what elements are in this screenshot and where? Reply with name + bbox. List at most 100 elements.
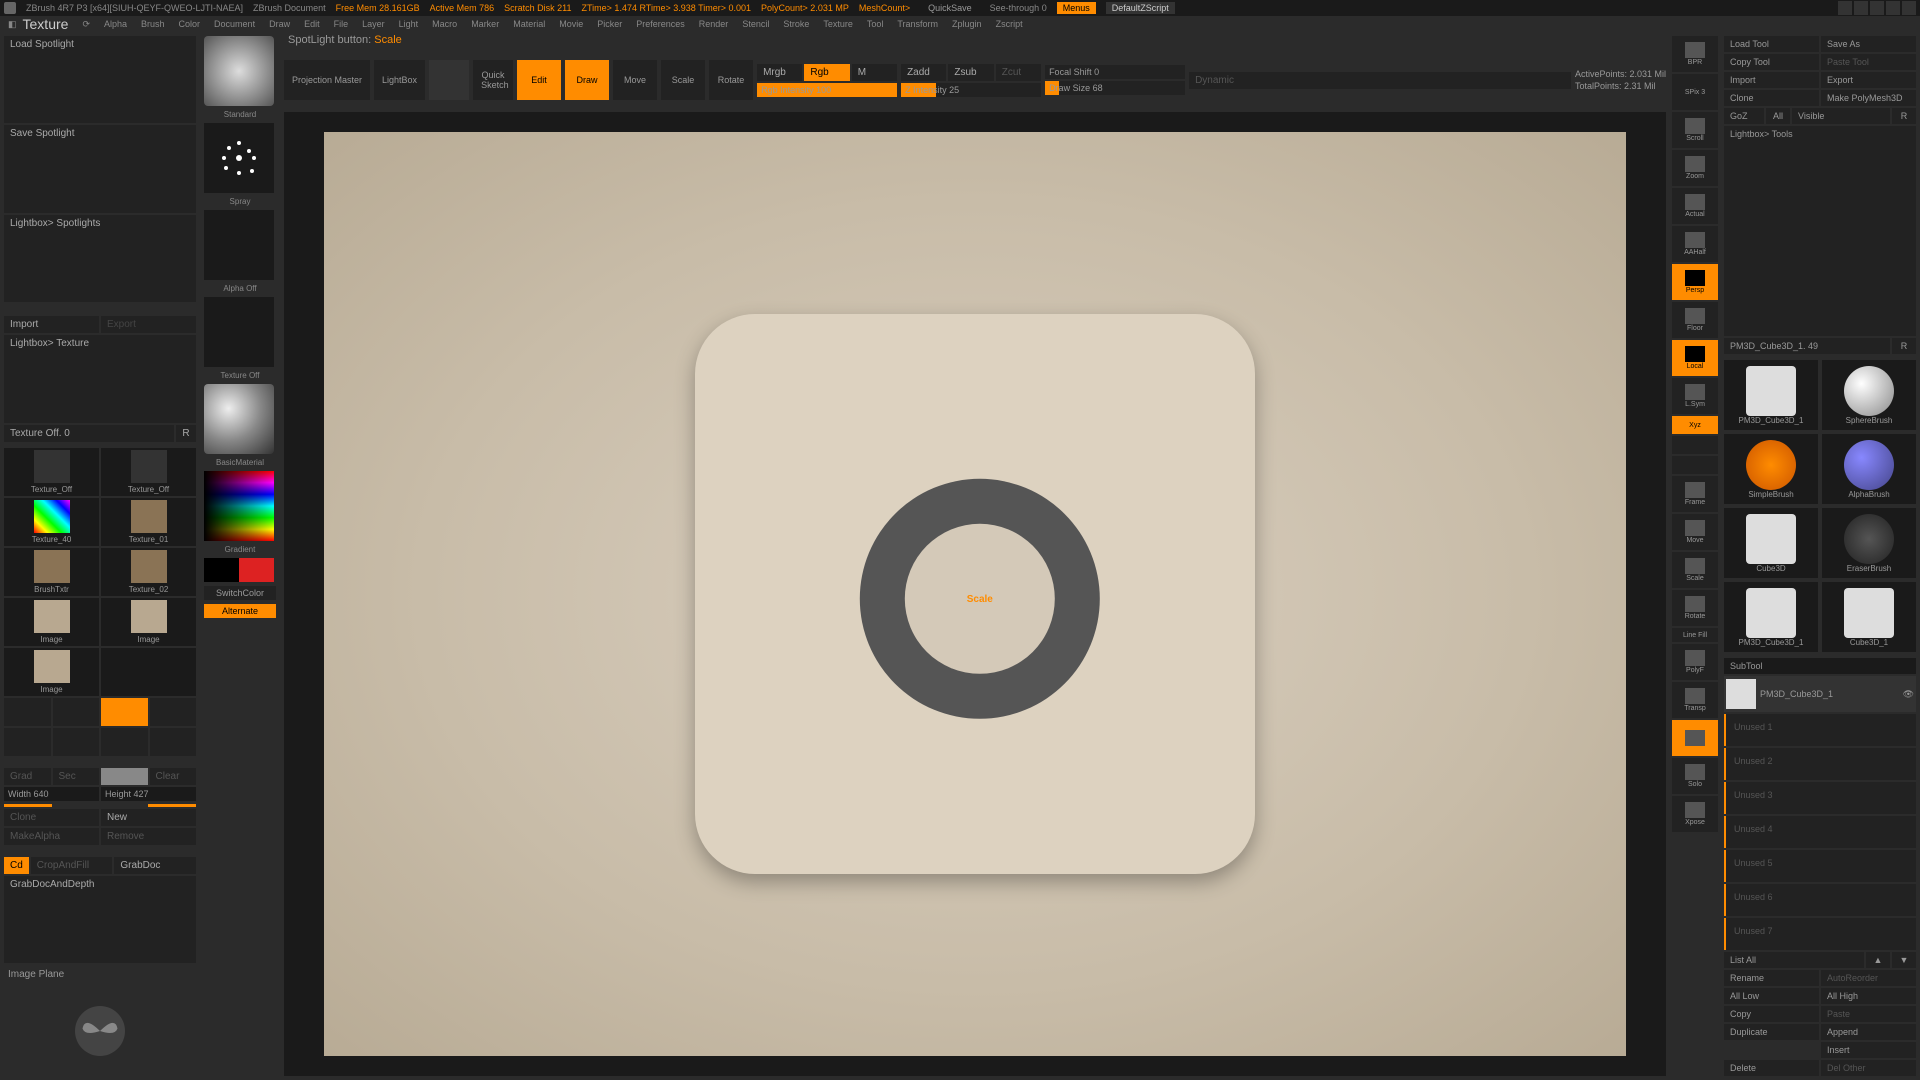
lightbox-tools-button[interactable]: Lightbox> Tools (1724, 126, 1916, 336)
duplicate-button[interactable]: Duplicate (1724, 1024, 1819, 1040)
current-tool-label[interactable]: PM3D_Cube3D_1. 49 (1724, 338, 1890, 354)
menu-document[interactable]: Document (214, 19, 255, 29)
op2-icon[interactable] (53, 728, 100, 756)
grabdoc-button[interactable]: GrabDoc (114, 857, 196, 874)
rotate-nav-button[interactable]: Rotate (1672, 590, 1718, 626)
texture-item[interactable]: Texture_01 (101, 498, 196, 546)
eye-icon[interactable]: 👁 (1903, 689, 1914, 700)
zsub-button[interactable]: Zsub (948, 64, 993, 81)
spotlight-ring[interactable]: Scale (860, 479, 1100, 719)
all-low-button[interactable]: All Low (1724, 988, 1819, 1004)
local-button[interactable]: Local (1672, 340, 1718, 376)
menu-render[interactable]: Render (699, 19, 729, 29)
extra-icon[interactable] (1886, 1, 1900, 15)
menu-tool[interactable]: Tool (867, 19, 884, 29)
spix-button[interactable]: SPix 3 (1672, 74, 1718, 110)
max-icon[interactable] (1854, 1, 1868, 15)
cropandfill-button[interactable]: CropAndFill (31, 857, 113, 874)
cd-button[interactable]: Cd (4, 857, 29, 874)
stroke-thumb[interactable] (204, 123, 274, 193)
subtool-slot[interactable]: Unused 5 (1724, 850, 1916, 882)
lsym-button[interactable]: L.Sym (1672, 378, 1718, 414)
menu-picker[interactable]: Picker (597, 19, 622, 29)
color-picker[interactable] (204, 471, 274, 541)
alternate-button[interactable]: Alternate (204, 604, 276, 618)
copy-subtool-button[interactable]: Copy (1724, 1006, 1819, 1022)
move-nav-button[interactable]: Move (1672, 514, 1718, 550)
floor-button[interactable]: Floor (1672, 302, 1718, 338)
brush-thumb[interactable] (204, 36, 274, 106)
refresh-icon[interactable]: ⟳ (82, 19, 90, 30)
color-swatches[interactable] (204, 558, 274, 582)
lightbox-button[interactable]: LightBox (374, 60, 425, 100)
xyz-button[interactable]: Xyz (1672, 416, 1718, 434)
palette-pin-icon[interactable]: ◧ (8, 19, 17, 30)
focal-shift-slider[interactable]: Focal Shift 0 (1045, 65, 1185, 79)
load-tool-button[interactable]: Load Tool (1724, 36, 1819, 52)
arrow-down-icon[interactable]: ▼ (1892, 952, 1916, 968)
subtool-slot[interactable]: Unused 1 (1724, 714, 1916, 746)
all-high-button[interactable]: All High (1821, 988, 1916, 1004)
goz-r-button[interactable]: R (1892, 108, 1916, 124)
texture-item[interactable]: Texture_40 (4, 498, 99, 546)
clone-tool-button[interactable]: Clone (1724, 90, 1819, 106)
actual-button[interactable]: Actual (1672, 188, 1718, 224)
menu-file[interactable]: File (334, 19, 349, 29)
primary-color[interactable] (239, 558, 274, 582)
persp-button[interactable]: Persp (1672, 264, 1718, 300)
menu-alpha[interactable]: Alpha (104, 19, 127, 29)
draw-size-slider[interactable]: Draw Size 68 (1045, 81, 1185, 95)
subtool-slot[interactable]: Unused 4 (1724, 816, 1916, 848)
onoff-button[interactable] (101, 698, 148, 726)
texture-item[interactable]: Image (101, 598, 196, 646)
load-spotlight-button[interactable]: Load Spotlight (4, 36, 196, 123)
menu-texture[interactable]: Texture (823, 19, 853, 29)
menu-preferences[interactable]: Preferences (636, 19, 685, 29)
seethrough[interactable]: See-through 0 (990, 3, 1047, 13)
m-button[interactable]: M (852, 64, 897, 81)
autoreorder-button[interactable]: AutoReorder (1821, 970, 1916, 986)
texture-thumb[interactable] (204, 297, 274, 367)
goz-button[interactable]: GoZ (1724, 108, 1764, 124)
tool-r-button[interactable]: R (1892, 338, 1916, 354)
rgb-button[interactable]: Rgb (804, 64, 849, 81)
import-button[interactable]: Import (4, 316, 99, 333)
lightbox-texture-button[interactable]: Lightbox> Texture (4, 335, 196, 422)
goz-all-button[interactable]: All (1766, 108, 1790, 124)
texture-off-label[interactable]: Texture Off. 0 (4, 425, 174, 442)
remove-button[interactable]: Remove (101, 828, 196, 845)
menu-stroke[interactable]: Stroke (783, 19, 809, 29)
r-button[interactable]: R (176, 425, 196, 442)
op4-icon[interactable] (150, 728, 197, 756)
pivot2-icon[interactable] (1672, 456, 1718, 474)
tool-item[interactable]: AlphaBrush (1822, 434, 1916, 504)
arrow-up-icon[interactable]: ▲ (1866, 952, 1890, 968)
grabdocdepth-button[interactable]: GrabDocAndDepth (4, 876, 196, 963)
append-button[interactable]: Append (1821, 1024, 1916, 1040)
scroll-button[interactable]: Scroll (1672, 112, 1718, 148)
tool-item[interactable]: PM3D_Cube3D_1 (1724, 360, 1818, 430)
xpose-button[interactable]: Xpose (1672, 796, 1718, 832)
menu-material[interactable]: Material (513, 19, 545, 29)
makealpha-button[interactable]: MakeAlpha (4, 828, 99, 845)
export-button[interactable]: Export (101, 316, 196, 333)
secondary-color[interactable] (204, 558, 239, 582)
menu-zplugin[interactable]: Zplugin (952, 19, 982, 29)
pivot1-icon[interactable] (1672, 436, 1718, 454)
texture-item[interactable]: Image (4, 648, 99, 696)
menu-stencil[interactable]: Stencil (742, 19, 769, 29)
scale-nav-button[interactable]: Scale (1672, 552, 1718, 588)
ghost-button[interactable] (1672, 720, 1718, 756)
list-all-button[interactable]: List All (1724, 952, 1864, 968)
extra2-icon[interactable] (1902, 1, 1916, 15)
goz-visible-button[interactable]: Visible (1792, 108, 1890, 124)
tool-item[interactable]: SphereBrush (1822, 360, 1916, 430)
tool-item[interactable]: SimpleBrush (1724, 434, 1818, 504)
subtool-current[interactable]: PM3D_Cube3D_1 👁 (1724, 676, 1916, 712)
texture-item[interactable]: Texture_Off (101, 448, 196, 496)
subtool-slot[interactable]: Unused 3 (1724, 782, 1916, 814)
move-button[interactable]: Move (613, 60, 657, 100)
subtool-slot[interactable]: Unused 2 (1724, 748, 1916, 780)
zcut-button[interactable]: Zcut (996, 64, 1041, 81)
scale-button[interactable]: Scale (661, 60, 705, 100)
